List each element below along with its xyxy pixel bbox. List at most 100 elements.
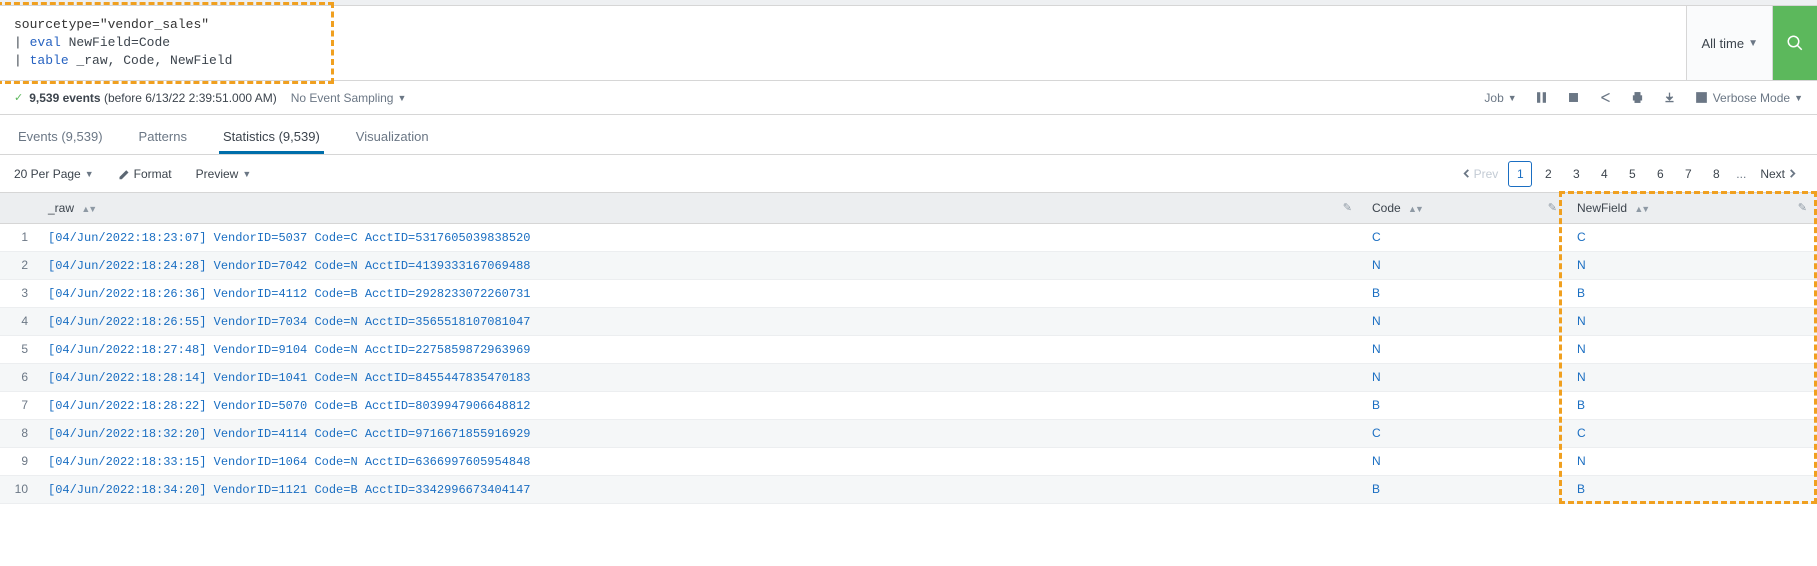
sort-icon: ▲▼ (1408, 204, 1422, 214)
search-text: NewField=Code (61, 35, 170, 50)
row-index: 9 (0, 448, 38, 476)
pager-page-4[interactable]: 4 (1592, 161, 1616, 187)
row-index: 6 (0, 364, 38, 392)
col-header-newfield[interactable]: NewField ▲▼ ✎ (1567, 193, 1817, 224)
cell-newfield[interactable]: B (1567, 392, 1817, 420)
caret-down-icon: ▼ (85, 169, 94, 179)
preview-label: Preview (196, 167, 239, 181)
pager-next[interactable]: Next (1754, 161, 1803, 187)
col-header-index (0, 193, 38, 224)
cell-newfield[interactable]: N (1567, 308, 1817, 336)
per-page-dropdown[interactable]: 20 Per Page ▼ (14, 167, 94, 181)
event-sampling-label: No Event Sampling (291, 91, 394, 105)
result-tabs: Events (9,539) Patterns Statistics (9,53… (0, 115, 1817, 155)
row-index: 8 (0, 420, 38, 448)
cell-code[interactable]: N (1362, 252, 1567, 280)
run-search-button[interactable] (1773, 6, 1817, 80)
time-range-picker[interactable]: All time ▼ (1687, 6, 1773, 80)
col-header-raw[interactable]: _raw ▲▼ ✎ (38, 193, 1362, 224)
results-table: _raw ▲▼ ✎ Code ▲▼ ✎ NewField ▲▼ ✎ (0, 193, 1817, 504)
job-menu[interactable]: Job ▼ (1484, 91, 1516, 105)
row-index: 5 (0, 336, 38, 364)
cell-newfield[interactable]: B (1567, 476, 1817, 504)
cell-code[interactable]: C (1362, 420, 1567, 448)
cell-raw[interactable]: [04/Jun/2022:18:33:15] VendorID=1064 Cod… (38, 448, 1362, 476)
share-button[interactable] (1599, 91, 1613, 105)
table-row: 7[04/Jun/2022:18:28:22] VendorID=5070 Co… (0, 392, 1817, 420)
table-row: 4[04/Jun/2022:18:26:55] VendorID=7034 Co… (0, 308, 1817, 336)
search-text: _raw, Code, NewField (69, 53, 233, 68)
tab-events[interactable]: Events (9,539) (14, 129, 107, 154)
event-sampling-dropdown[interactable]: No Event Sampling ▼ (291, 91, 407, 105)
cell-newfield[interactable]: B (1567, 280, 1817, 308)
col-header-code[interactable]: Code ▲▼ ✎ (1362, 193, 1567, 224)
cell-newfield[interactable]: N (1567, 448, 1817, 476)
edit-column-icon[interactable]: ✎ (1343, 201, 1352, 214)
export-button[interactable] (1663, 91, 1677, 105)
format-dropdown[interactable]: Format (118, 167, 172, 181)
row-index: 1 (0, 224, 38, 252)
pager-page-2[interactable]: 2 (1536, 161, 1560, 187)
spl-command-table: table (30, 53, 69, 68)
pause-button[interactable] (1535, 91, 1549, 105)
table-row: 8[04/Jun/2022:18:32:20] VendorID=4114 Co… (0, 420, 1817, 448)
tab-patterns[interactable]: Patterns (135, 129, 191, 154)
pager-page-3[interactable]: 3 (1564, 161, 1588, 187)
spl-command-eval: eval (30, 35, 61, 50)
print-button[interactable] (1631, 91, 1645, 105)
caret-down-icon: ▼ (1794, 93, 1803, 103)
edit-column-icon[interactable]: ✎ (1548, 201, 1557, 214)
table-row: 2[04/Jun/2022:18:24:28] VendorID=7042 Co… (0, 252, 1817, 280)
search-mode-dropdown[interactable]: Verbose Mode ▼ (1695, 91, 1803, 105)
pager-page-7[interactable]: 7 (1676, 161, 1700, 187)
pager-next-label: Next (1760, 167, 1785, 181)
cell-raw[interactable]: [04/Jun/2022:18:26:55] VendorID=7034 Cod… (38, 308, 1362, 336)
cell-code[interactable]: C (1362, 224, 1567, 252)
cell-code[interactable]: B (1362, 476, 1567, 504)
row-index: 3 (0, 280, 38, 308)
cell-code[interactable]: B (1362, 280, 1567, 308)
format-label: Format (134, 167, 172, 181)
row-index: 10 (0, 476, 38, 504)
row-index: 7 (0, 392, 38, 420)
cell-newfield[interactable]: N (1567, 336, 1817, 364)
stop-button[interactable] (1567, 91, 1581, 105)
pager-prev: Prev (1456, 161, 1505, 187)
pager-page-8[interactable]: 8 (1704, 161, 1728, 187)
pagination: Prev 1 2 3 4 5 6 7 8 ... Next (1456, 161, 1803, 187)
tab-visualization[interactable]: Visualization (352, 129, 433, 154)
row-index: 4 (0, 308, 38, 336)
results-toolbar: 20 Per Page ▼ Format Preview ▼ Prev 1 2 … (0, 155, 1817, 193)
cell-raw[interactable]: [04/Jun/2022:18:28:14] VendorID=1041 Cod… (38, 364, 1362, 392)
cell-raw[interactable]: [04/Jun/2022:18:32:20] VendorID=4114 Cod… (38, 420, 1362, 448)
cell-raw[interactable]: [04/Jun/2022:18:34:20] VendorID=1121 Cod… (38, 476, 1362, 504)
tab-statistics[interactable]: Statistics (9,539) (219, 129, 324, 154)
table-row: 10[04/Jun/2022:18:34:20] VendorID=1121 C… (0, 476, 1817, 504)
cell-raw[interactable]: [04/Jun/2022:18:26:36] VendorID=4112 Cod… (38, 280, 1362, 308)
cell-code[interactable]: B (1362, 392, 1567, 420)
edit-column-icon[interactable]: ✎ (1798, 201, 1807, 214)
caret-down-icon: ▼ (242, 169, 251, 179)
col-header-code-label: Code (1372, 201, 1401, 215)
search-input[interactable]: sourcetype="vendor_sales" | eval NewFiel… (0, 6, 1687, 80)
cell-code[interactable]: N (1362, 308, 1567, 336)
cell-newfield[interactable]: C (1567, 224, 1817, 252)
cell-code[interactable]: N (1362, 336, 1567, 364)
cell-raw[interactable]: [04/Jun/2022:18:27:48] VendorID=9104 Cod… (38, 336, 1362, 364)
cell-raw[interactable]: [04/Jun/2022:18:28:22] VendorID=5070 Cod… (38, 392, 1362, 420)
preview-dropdown[interactable]: Preview ▼ (196, 167, 252, 181)
pager-page-5[interactable]: 5 (1620, 161, 1644, 187)
cell-newfield[interactable]: N (1567, 364, 1817, 392)
pager-page-1[interactable]: 1 (1508, 161, 1532, 187)
cell-newfield[interactable]: C (1567, 420, 1817, 448)
cell-code[interactable]: N (1362, 448, 1567, 476)
cell-newfield[interactable]: N (1567, 252, 1817, 280)
pager-ellipsis: ... (1732, 167, 1750, 181)
caret-down-icon: ▼ (1748, 38, 1758, 49)
pager-page-6[interactable]: 6 (1648, 161, 1672, 187)
cell-raw[interactable]: [04/Jun/2022:18:24:28] VendorID=7042 Cod… (38, 252, 1362, 280)
search-text: "vendor_sales" (100, 17, 209, 32)
cell-code[interactable]: N (1362, 364, 1567, 392)
cell-raw[interactable]: [04/Jun/2022:18:23:07] VendorID=5037 Cod… (38, 224, 1362, 252)
check-icon: ✓ (14, 91, 23, 104)
